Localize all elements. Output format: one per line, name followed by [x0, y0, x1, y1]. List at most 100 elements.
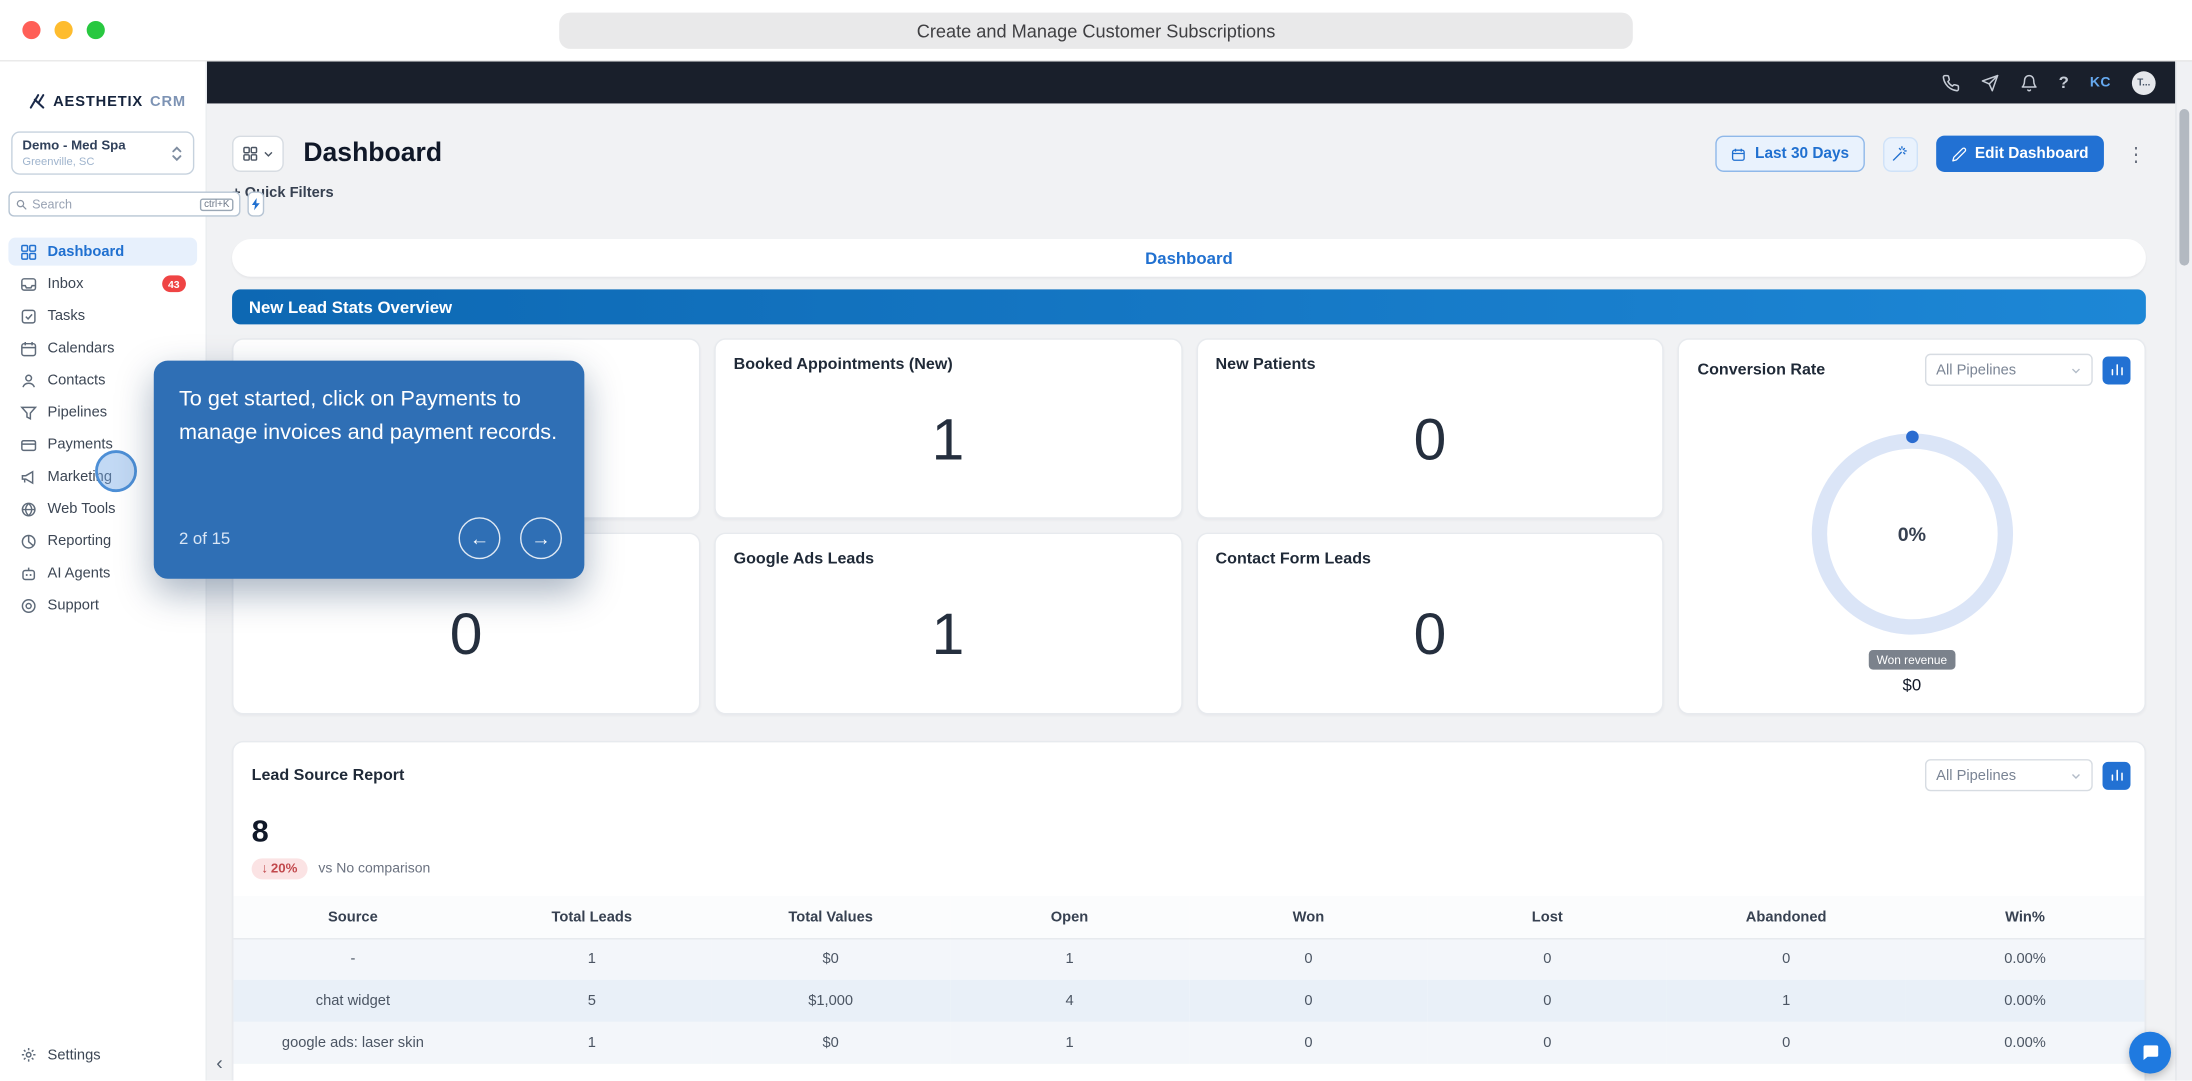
sidebar-item-inbox[interactable]: Inbox 43: [8, 270, 197, 298]
more-options-kebab-icon[interactable]: ⋮: [2126, 144, 2146, 164]
launchpad-rocket-icon[interactable]: [1980, 73, 1998, 91]
arrow-right-icon: →: [531, 527, 551, 549]
conversion-percent: 0%: [1811, 433, 2012, 634]
table-row: - 1 $0 1 0 0 0 0.00%: [233, 938, 2144, 980]
scrollbar-track[interactable]: [2175, 62, 2192, 1081]
stat-card-title: Contact Form Leads: [1216, 551, 1371, 568]
stat-card-value: 0: [233, 601, 698, 668]
date-range-button[interactable]: Last 30 Days: [1716, 136, 1865, 172]
stat-card-value: 1: [715, 601, 1180, 668]
sidebar-item-label: Pipelines: [48, 404, 108, 421]
location-name: Demo - Med Spa: [22, 138, 170, 153]
search-icon: [15, 198, 28, 211]
conversion-donut-chart: 0%: [1811, 433, 2012, 634]
inbox-count-badge: 43: [162, 275, 186, 292]
sidebar-item-calendars[interactable]: Calendars: [8, 334, 197, 362]
sidebar-item-tasks[interactable]: Tasks: [8, 302, 197, 330]
location-city: Greenville, SC: [22, 155, 170, 168]
chart-settings-button[interactable]: [2103, 356, 2131, 384]
close-window-button[interactable]: [22, 21, 40, 39]
section-banner-title: New Lead Stats Overview: [249, 297, 452, 317]
date-range-label: Last 30 Days: [1755, 145, 1849, 162]
quick-filters-button[interactable]: + Quick Filters: [232, 185, 2146, 202]
table-cell: 0: [1189, 1022, 1428, 1064]
window-title: Create and Manage Customer Subscriptions: [559, 13, 1633, 49]
chart-settings-button[interactable]: [2103, 761, 2131, 789]
chevron-down-icon: [2070, 770, 2081, 781]
table-cell: 0: [1667, 1022, 1906, 1064]
column-header: Open: [950, 896, 1189, 938]
table-cell: 0: [1189, 938, 1428, 980]
edit-dashboard-button[interactable]: Edit Dashboard: [1936, 136, 2104, 172]
table-cell: 1: [472, 1022, 711, 1064]
conversion-rate-card: Conversion Rate All Pipelines: [1678, 338, 2146, 714]
pencil-icon: [1951, 146, 1966, 161]
avatar-t[interactable]: T...: [2132, 71, 2156, 95]
table-cell: 0: [1428, 1022, 1667, 1064]
notifications-bell-icon[interactable]: [2020, 73, 2038, 91]
tour-back-button[interactable]: ←: [459, 517, 501, 559]
column-header: Win%: [1906, 896, 2145, 938]
edit-dashboard-label: Edit Dashboard: [1975, 145, 2089, 162]
stat-card: Contact Form Leads 0: [1196, 533, 1664, 715]
table-cell: 0.00%: [1906, 1022, 2145, 1064]
contacts-person-icon: [20, 371, 38, 389]
pipeline-filter-value: All Pipelines: [1936, 361, 2016, 378]
help-icon[interactable]: ?: [2059, 73, 2069, 93]
stat-card-title: Booked Appointments (New): [734, 356, 953, 373]
magic-wand-button[interactable]: [1883, 136, 1918, 171]
table-cell: 0: [1667, 938, 1906, 980]
chevron-down-icon: [2070, 364, 2081, 375]
search-input[interactable]: [32, 197, 196, 211]
pipeline-filter-value: All Pipelines: [1936, 767, 2016, 784]
pipeline-filter-select[interactable]: All Pipelines: [1925, 759, 2093, 791]
zoom-window-button[interactable]: [87, 21, 105, 39]
chat-widget-button[interactable]: [2129, 1032, 2171, 1074]
chat-bubble-icon: [2140, 1043, 2160, 1063]
avatar-kc[interactable]: KC: [2090, 75, 2111, 90]
arrow-down-icon: ↓: [261, 861, 268, 876]
chevron-left-icon: ‹: [216, 1051, 223, 1073]
won-revenue-value: $0: [1679, 675, 2144, 695]
dashboard-switcher-button[interactable]: [232, 136, 284, 172]
titlebar: Create and Manage Customer Subscriptions: [0, 0, 2192, 62]
minimize-window-button[interactable]: [55, 21, 73, 39]
bar-chart-icon: [2109, 362, 2124, 377]
sidebar-collapse-button[interactable]: ‹: [208, 1050, 230, 1075]
globe-icon: [20, 500, 38, 518]
sidebar-item-dashboard[interactable]: Dashboard: [8, 238, 197, 266]
table-cell: $1,000: [711, 980, 950, 1022]
top-navbar: ? KC T...: [207, 62, 2192, 104]
change-badge: ↓ 20%: [252, 858, 308, 879]
table-cell: 0: [1428, 938, 1667, 980]
table-cell: 4: [950, 980, 1189, 1022]
sidebar-item-label: Contacts: [48, 372, 106, 389]
sidebar-item-settings[interactable]: Settings: [0, 1046, 206, 1081]
sidebar-search[interactable]: ctrl+K: [8, 192, 240, 217]
table-row: chat widget 5 $1,000 4 0 0 1 0.00%: [233, 980, 2144, 1022]
table-cell: 0: [1428, 980, 1667, 1022]
updown-chevron-icon: [171, 145, 184, 162]
search-shortcut-kbd: ctrl+K: [200, 198, 234, 211]
chevron-down-icon: [263, 148, 274, 159]
sidebar-item-support[interactable]: Support: [8, 591, 197, 619]
scrollbar-thumb[interactable]: [2179, 109, 2189, 266]
location-switcher[interactable]: Demo - Med Spa Greenville, SC: [11, 131, 194, 174]
table-cell: 1: [950, 938, 1189, 980]
table-cell: chat widget: [233, 980, 472, 1022]
stat-card-value: 0: [1197, 601, 1662, 668]
settings-label: Settings: [48, 1046, 101, 1063]
payments-card-icon: [20, 435, 38, 453]
sidebar-item-label: Inbox: [48, 275, 84, 292]
logo-text-secondary: CRM: [150, 93, 186, 110]
sidebar-item-label: Dashboard: [48, 243, 125, 260]
pipeline-filter-select[interactable]: All Pipelines: [1925, 354, 2093, 386]
tour-highlight-ring: [95, 450, 137, 492]
tour-next-button[interactable]: →: [520, 517, 562, 559]
quick-actions-button[interactable]: [248, 192, 265, 217]
phone-icon[interactable]: [1941, 73, 1959, 91]
inbox-icon: [20, 275, 38, 293]
sidebar-item-label: Payments: [48, 436, 113, 453]
tab-dashboard[interactable]: Dashboard: [1145, 248, 1233, 268]
column-header: Abandoned: [1667, 896, 1906, 938]
